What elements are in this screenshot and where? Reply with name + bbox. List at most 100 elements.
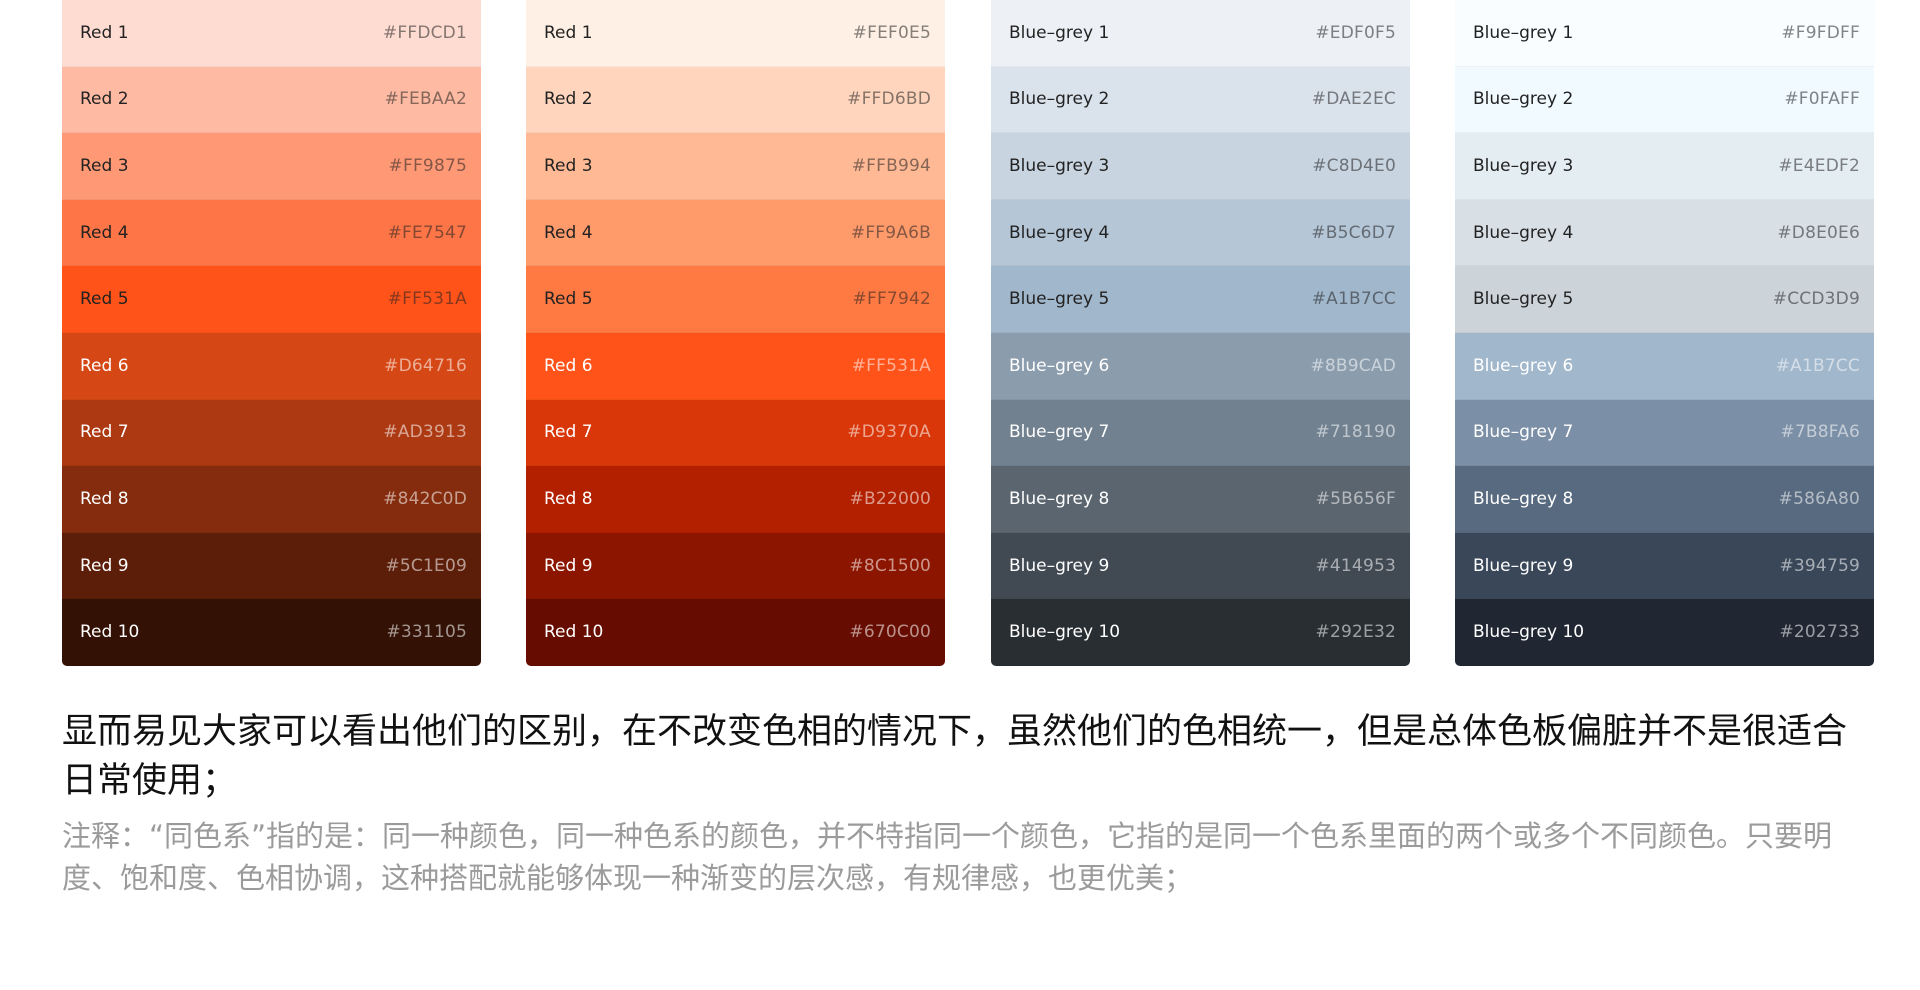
swatch-hex-code: #292E32 xyxy=(1315,622,1396,643)
swatch-label: Red 10 xyxy=(80,622,140,643)
swatch-hex-code: #414953 xyxy=(1315,555,1396,576)
color-swatch: Blue–grey 9 #394759 xyxy=(1455,532,1874,600)
swatch-label: Blue–grey 6 xyxy=(1009,355,1110,376)
color-swatch: Red 8 #B22000 xyxy=(526,466,945,533)
color-swatch: Blue–grey 10 #202733 xyxy=(1455,599,1874,666)
color-swatch: Red 2 #FEBAA2 xyxy=(62,66,481,134)
swatch-hex-code: #B5C6D7 xyxy=(1311,222,1396,243)
swatch-label: Blue–grey 7 xyxy=(1009,422,1110,443)
color-swatch: Red 4 #FE7547 xyxy=(62,199,481,267)
swatch-hex-code: #718190 xyxy=(1315,422,1396,443)
palette-blue-grey-adjusted: Blue–grey 1 #F9FDFF Blue–grey 2 #F0FAFF Blue… xyxy=(1455,0,1874,666)
swatch-hex-code: #8B9CAD xyxy=(1310,355,1396,376)
swatch-label: Red 4 xyxy=(544,222,593,243)
color-swatch: Red 5 #FF531A xyxy=(62,266,481,333)
swatch-hex-code: #FF531A xyxy=(851,355,931,376)
swatch-label: Blue–grey 1 xyxy=(1009,22,1110,43)
swatch-label: Red 3 xyxy=(544,155,593,176)
swatch-label: Blue–grey 4 xyxy=(1009,222,1110,243)
color-swatch: Blue–grey 2 #DAE2EC xyxy=(991,66,1410,134)
swatch-label: Blue–grey 4 xyxy=(1473,222,1574,243)
description-main: 显而易见大家可以看出他们的区别，在不改变色相的情况下，虽然他们的色相统一，但是总… xyxy=(62,712,1848,801)
swatch-hex-code: #AD3913 xyxy=(383,422,467,443)
color-swatch: Red 3 #FFB994 xyxy=(526,133,945,200)
color-swatch: Blue–grey 7 #7B8FA6 xyxy=(1455,399,1874,467)
color-swatch: Blue–grey 5 #A1B7CC xyxy=(991,266,1410,333)
swatch-label: Red 6 xyxy=(80,355,129,376)
color-swatch: Blue–grey 1 #EDF0F5 xyxy=(991,0,1410,67)
swatch-label: Blue–grey 3 xyxy=(1473,155,1574,176)
swatch-label: Red 10 xyxy=(544,622,604,643)
swatch-label: Blue–grey 1 xyxy=(1473,22,1574,43)
swatch-label: Blue–grey 7 xyxy=(1473,422,1574,443)
swatch-hex-code: #FF9875 xyxy=(388,155,467,176)
swatch-hex-code: #670C00 xyxy=(849,622,931,643)
color-swatch: Blue–grey 8 #586A80 xyxy=(1455,466,1874,533)
swatch-hex-code: #A1B7CC xyxy=(1311,289,1396,310)
swatch-hex-code: #7B8FA6 xyxy=(1780,422,1860,443)
swatch-label: Red 7 xyxy=(80,422,129,443)
swatch-hex-code: #FF9A6B xyxy=(850,222,931,243)
palette-blue-grey-original: Blue–grey 1 #EDF0F5 Blue–grey 2 #DAE2EC Blue… xyxy=(991,0,1410,666)
swatch-hex-code: #8C1500 xyxy=(849,555,931,576)
swatch-hex-code: #586A80 xyxy=(1778,488,1860,509)
swatch-hex-code: #394759 xyxy=(1779,555,1860,576)
swatch-label: Red 2 xyxy=(544,89,593,110)
color-swatch: Red 7 #D9370A xyxy=(526,399,945,467)
color-swatch: Blue–grey 4 #D8E0E6 xyxy=(1455,199,1874,267)
color-swatch: Blue–grey 2 #F0FAFF xyxy=(1455,66,1874,134)
color-swatch: Blue–grey 6 #A1B7CC xyxy=(1455,332,1874,400)
swatch-label: Red 9 xyxy=(544,555,593,576)
swatch-label: Red 5 xyxy=(544,289,593,310)
color-swatch: Red 1 #FFDCD1 xyxy=(62,0,481,67)
color-swatch: Blue–grey 5 #CCD3D9 xyxy=(1455,266,1874,333)
color-swatch: Red 3 #FF9875 xyxy=(62,133,481,200)
swatch-hex-code: #FF531A xyxy=(387,289,467,310)
swatch-hex-code: #FFDCD1 xyxy=(382,22,467,43)
swatch-hex-code: #E4EDF2 xyxy=(1778,155,1860,176)
swatch-hex-code: #D64716 xyxy=(384,355,467,376)
swatch-label: Blue–grey 8 xyxy=(1473,488,1574,509)
swatch-label: Red 8 xyxy=(80,488,129,509)
swatch-label: Red 1 xyxy=(80,22,129,43)
color-swatch: Red 10 #331105 xyxy=(62,599,481,666)
swatch-hex-code: #A1B7CC xyxy=(1775,355,1860,376)
swatch-label: Red 1 xyxy=(544,22,593,43)
swatch-label: Blue–grey 10 xyxy=(1009,622,1121,643)
swatch-hex-code: #C8D4E0 xyxy=(1312,155,1396,176)
description-note: 注释：“同色系”指的是：同一种颜色，同一种色系的颜色，并不特指同一个颜色，它指的… xyxy=(62,819,1833,895)
color-swatch: Red 6 #D64716 xyxy=(62,332,481,400)
color-swatch: Red 4 #FF9A6B xyxy=(526,199,945,267)
swatch-hex-code: #FFB994 xyxy=(851,155,931,176)
swatch-label: Red 4 xyxy=(80,222,129,243)
color-swatch: Red 9 #5C1E09 xyxy=(62,532,481,600)
color-swatch: Blue–grey 3 #C8D4E0 xyxy=(991,133,1410,200)
swatch-hex-code: #842C0D xyxy=(383,488,467,509)
color-swatch: Blue–grey 9 #414953 xyxy=(991,532,1410,600)
swatch-hex-code: #FEBAA2 xyxy=(384,89,467,110)
swatch-hex-code: #202733 xyxy=(1779,622,1860,643)
color-swatch: Red 5 #FF7942 xyxy=(526,266,945,333)
swatch-label: Blue–grey 5 xyxy=(1009,289,1110,310)
swatch-hex-code: #D8E0E6 xyxy=(1777,222,1860,243)
color-swatch: Blue–grey 6 #8B9CAD xyxy=(991,332,1410,400)
swatch-label: Blue–grey 2 xyxy=(1473,89,1574,110)
color-swatch: Blue–grey 4 #B5C6D7 xyxy=(991,199,1410,267)
swatch-label: Blue–grey 3 xyxy=(1009,155,1110,176)
swatch-label: Red 3 xyxy=(80,155,129,176)
color-swatch: Red 7 #AD3913 xyxy=(62,399,481,467)
color-swatch: Blue–grey 3 #E4EDF2 xyxy=(1455,133,1874,200)
swatch-label: Blue–grey 10 xyxy=(1473,622,1585,643)
color-swatch: Red 8 #842C0D xyxy=(62,466,481,533)
swatch-label: Red 6 xyxy=(544,355,593,376)
palette-red-adjusted: Red 1 #FEF0E5 Red 2 #FFD6BD Red 3 #FFB994 Red … xyxy=(526,0,945,666)
swatch-hex-code: #F0FAFF xyxy=(1784,89,1860,110)
swatch-hex-code: #FEF0E5 xyxy=(852,22,931,43)
color-swatch: Blue–grey 8 #5B656F xyxy=(991,466,1410,533)
swatch-hex-code: #F9FDFF xyxy=(1781,22,1860,43)
palette-red-original: Red 1 #FFDCD1 Red 2 #FEBAA2 Red 3 #FF9875 Red … xyxy=(62,0,481,666)
palette-comparison: Red 1 #FFDCD1 Red 2 #FEBAA2 Red 3 #FF9875 Red … xyxy=(0,0,1920,666)
swatch-hex-code: #D9370A xyxy=(847,422,931,443)
color-swatch: Blue–grey 7 #718190 xyxy=(991,399,1410,467)
swatch-label: Blue–grey 9 xyxy=(1473,555,1574,576)
